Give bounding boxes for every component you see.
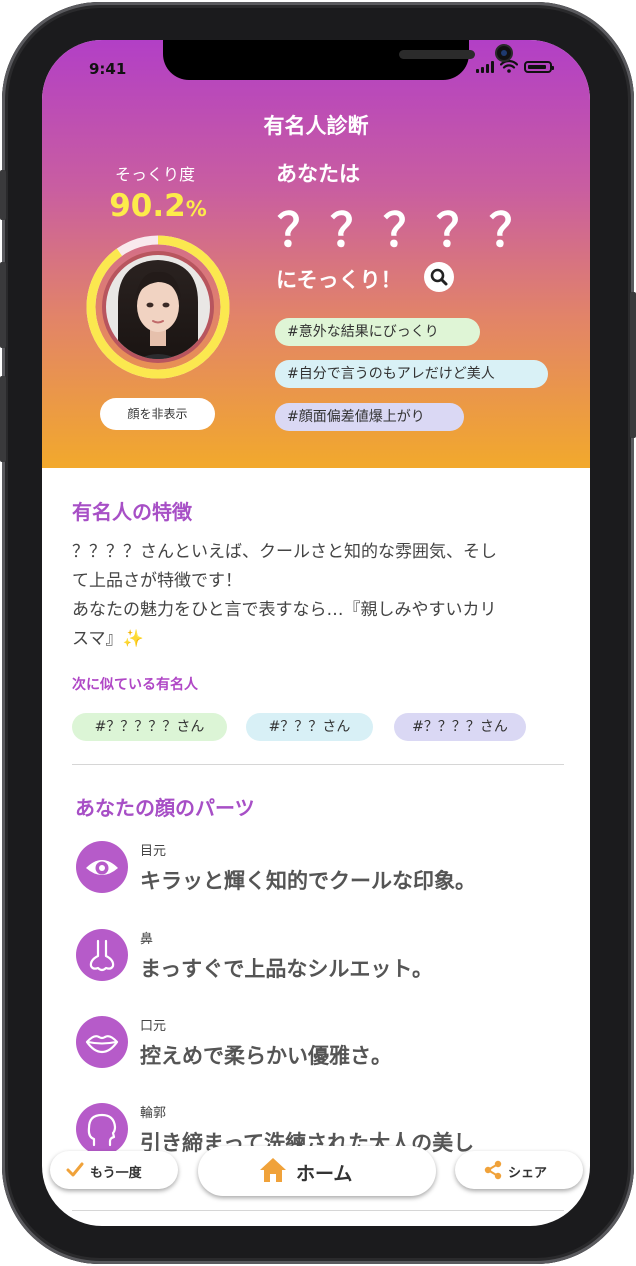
- part-text-eyes: キラッと輝く知的でクールな印象。: [140, 869, 476, 893]
- mute-switch: [0, 170, 6, 220]
- face-parts-title: あなたの顔のパーツ: [75, 796, 255, 820]
- description-line: て上品さが特徴です！: [72, 571, 242, 591]
- home-label: ホーム: [296, 1163, 353, 1185]
- volume-up-button: [0, 262, 6, 348]
- lips-icon: [76, 1016, 128, 1068]
- search-icon: [430, 268, 448, 286]
- share-label: シェア: [508, 1166, 548, 1181]
- battery-icon: [524, 61, 554, 73]
- features-title: 有名人の特徴: [72, 500, 192, 524]
- status-time: 9:41: [89, 60, 127, 78]
- hashtag-chip[interactable]: #自分で言うのもアレだけど美人: [275, 360, 548, 388]
- similar-celeb-chip[interactable]: #？？？さん: [246, 713, 373, 741]
- result-suffix: にそっくり！: [276, 268, 402, 292]
- part-text-mouth: 控えめで柔らかい優雅さ。: [140, 1044, 392, 1068]
- home-button[interactable]: ホーム: [198, 1146, 436, 1196]
- power-button: [630, 292, 636, 438]
- face-outline-icon: [76, 1103, 128, 1155]
- part-label-eyes: 目元: [140, 844, 167, 859]
- section-divider: [72, 764, 564, 765]
- similarity-value: 90.2%: [98, 188, 218, 224]
- result-prefix: あなたは: [276, 162, 360, 186]
- cellular-signal-icon: [476, 61, 494, 73]
- similarity-ring: [86, 235, 230, 379]
- part-text-nose: まっすぐで上品なシルエット。: [140, 957, 433, 981]
- hide-face-button[interactable]: 顔を非表示: [100, 398, 215, 430]
- front-camera: [495, 44, 513, 62]
- bottom-divider: [72, 1210, 564, 1211]
- similarity-unit: %: [185, 197, 207, 221]
- similar-celeb-chip[interactable]: #？？？？さん: [394, 713, 526, 741]
- description-line: スマ』✨: [72, 629, 144, 649]
- similar-celeb-chip[interactable]: #？？？？？さん: [72, 713, 227, 741]
- similar-celebs-label: 次に似ている有名人: [72, 677, 198, 693]
- part-label-face: 輪郭: [140, 1106, 167, 1121]
- retry-label: もう一度: [90, 1166, 142, 1181]
- celebrity-name: ？？？？？: [277, 203, 542, 257]
- volume-down-button: [0, 376, 6, 462]
- similarity-label: そっくり度: [114, 165, 195, 184]
- home-icon: [260, 1158, 286, 1182]
- eye-icon: [76, 841, 128, 893]
- hashtag-chip[interactable]: #顔面偏差値爆上がり: [275, 403, 464, 431]
- page-title: 有名人診断: [263, 114, 369, 138]
- similarity-number: 90.2: [109, 188, 186, 224]
- part-label-nose: 鼻: [140, 932, 154, 947]
- earpiece-speaker: [399, 50, 475, 59]
- share-icon: [484, 1160, 502, 1180]
- part-label-mouth: 口元: [140, 1019, 167, 1034]
- device-notch: [163, 40, 513, 80]
- app-screen: 9:41 有名人診断 そっくり度 90.2% 顔を非表示 あなたは ？？？？？ …: [42, 40, 590, 1226]
- hashtag-chip[interactable]: #意外な結果にびっくり: [275, 318, 480, 346]
- nose-icon: [76, 929, 128, 981]
- status-icons: [476, 60, 554, 73]
- description-line: ？？？？さんといえば、クールさと知的な雰囲気、そし: [72, 542, 497, 562]
- share-button[interactable]: シェア: [455, 1151, 583, 1189]
- description-line: あなたの魅力をひと言で表すなら…『親しみやすいカリ: [72, 600, 497, 620]
- features-description: ？？？？さんといえば、クールさと知的な雰囲気、そし て上品さが特徴です！ あなた…: [72, 538, 572, 654]
- retry-button[interactable]: もう一度: [50, 1151, 178, 1189]
- result-hero: 9:41 有名人診断 そっくり度 90.2% 顔を非表示 あなたは ？？？？？ …: [42, 40, 590, 468]
- search-button[interactable]: [424, 262, 454, 292]
- checkmark-icon: [66, 1162, 84, 1177]
